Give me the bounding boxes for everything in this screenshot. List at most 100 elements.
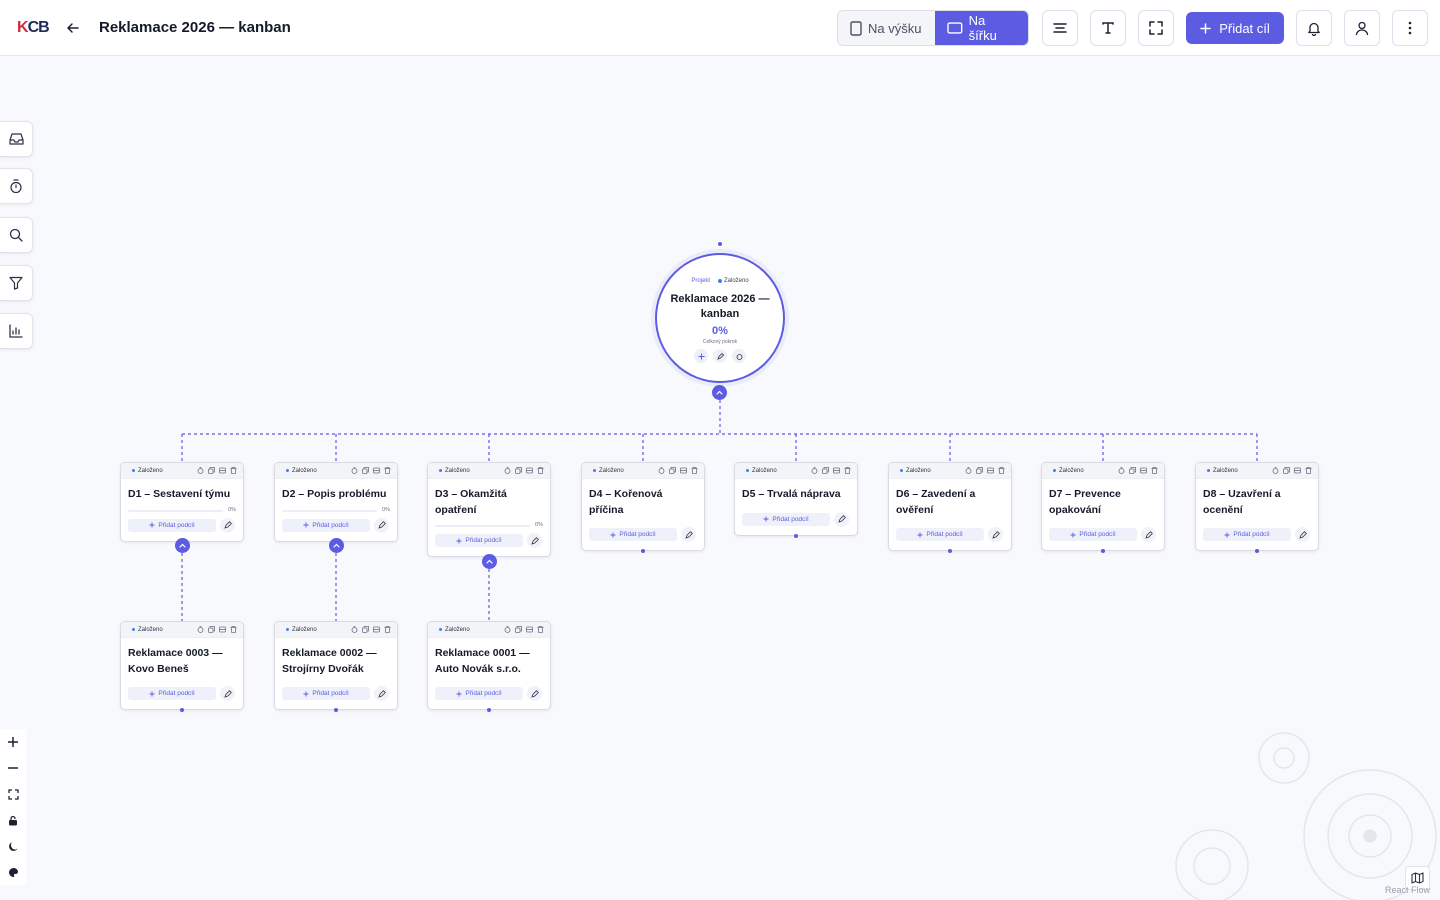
archive-icon[interactable]	[218, 626, 226, 634]
timer-icon[interactable]	[350, 467, 358, 475]
trash-icon[interactable]	[536, 626, 544, 634]
add-subgoal-button[interactable]: Přidat podcíl	[435, 687, 523, 700]
node-bottom-handle[interactable]	[180, 708, 184, 712]
text-button[interactable]	[1090, 10, 1126, 46]
node-bottom-handle[interactable]	[794, 534, 798, 538]
edit-button[interactable]	[220, 517, 235, 533]
copy-icon[interactable]	[514, 626, 522, 634]
goal-card[interactable]: Založeno Reklamace 0002 — Strojírny Dvoř…	[274, 621, 398, 710]
edit-button[interactable]	[374, 686, 389, 701]
add-subgoal-button[interactable]: Přidat podcíl	[282, 518, 370, 532]
collapse-children-button[interactable]	[175, 538, 190, 553]
edit-button[interactable]	[834, 511, 849, 527]
trash-icon[interactable]	[843, 467, 851, 475]
trash-icon[interactable]	[229, 467, 237, 475]
add-goal-button[interactable]: Přidat cíl	[1186, 12, 1284, 44]
node-bottom-handle[interactable]	[1101, 549, 1105, 553]
root-timer-button[interactable]	[732, 349, 746, 363]
copy-icon[interactable]	[361, 626, 369, 634]
collapse-children-button[interactable]	[482, 554, 497, 569]
archive-icon[interactable]	[218, 467, 226, 475]
root-collapse-button[interactable]	[712, 385, 727, 400]
add-subgoal-button[interactable]: Přidat podcíl	[589, 528, 677, 541]
copy-icon[interactable]	[361, 467, 369, 475]
add-subgoal-button[interactable]: Přidat podcíl	[282, 687, 370, 700]
archive-icon[interactable]	[525, 467, 533, 475]
copy-icon[interactable]	[207, 626, 215, 634]
archive-icon[interactable]	[986, 467, 994, 475]
edit-button[interactable]	[988, 527, 1003, 542]
goal-card[interactable]: Založeno D2 – Popis problému 0% Přidat p…	[274, 462, 398, 542]
node-bottom-handle[interactable]	[487, 708, 491, 712]
zoom-in-button[interactable]	[0, 729, 26, 755]
more-menu-button[interactable]	[1392, 10, 1428, 46]
timer-icon[interactable]	[350, 626, 358, 634]
goal-card[interactable]: Založeno D8 – Uzavření a ocenění Přidat …	[1195, 462, 1319, 551]
timer-icon[interactable]	[810, 467, 818, 475]
timer-icon[interactable]	[196, 467, 204, 475]
copy-icon[interactable]	[975, 467, 983, 475]
fit-view-button[interactable]	[0, 781, 26, 807]
trash-icon[interactable]	[997, 467, 1005, 475]
edit-button[interactable]	[1141, 527, 1156, 542]
zoom-out-button[interactable]	[0, 755, 26, 781]
add-subgoal-button[interactable]: Přidat podcíl	[128, 687, 216, 700]
archive-icon[interactable]	[679, 467, 687, 475]
root-add-button[interactable]	[694, 349, 708, 363]
add-subgoal-button[interactable]: Přidat podcíl	[435, 534, 523, 547]
add-subgoal-button[interactable]: Přidat podcíl	[896, 528, 984, 541]
node-bottom-handle[interactable]	[948, 549, 952, 553]
align-button[interactable]	[1042, 10, 1078, 46]
copy-icon[interactable]	[1128, 467, 1136, 475]
goal-card[interactable]: Založeno Reklamace 0003 — Kovo Beneš Při…	[120, 621, 244, 710]
copy-icon[interactable]	[207, 467, 215, 475]
node-bottom-handle[interactable]	[334, 708, 338, 712]
app-logo[interactable]: KCB	[17, 19, 50, 37]
back-button[interactable]	[62, 17, 84, 39]
trash-icon[interactable]	[536, 467, 544, 475]
timer-icon[interactable]	[657, 467, 665, 475]
archive-icon[interactable]	[832, 467, 840, 475]
timer-icon[interactable]	[1271, 467, 1279, 475]
timer-icon[interactable]	[503, 467, 511, 475]
goal-card[interactable]: Založeno D1 – Sestavení týmu 0% Přidat p…	[120, 462, 244, 542]
profile-button[interactable]	[1344, 10, 1380, 46]
orientation-landscape-button[interactable]: Na šířku	[934, 11, 1028, 45]
trash-icon[interactable]	[229, 626, 237, 634]
goal-card[interactable]: Založeno D7 – Prevence opakování Přidat …	[1041, 462, 1165, 551]
edit-button[interactable]	[374, 517, 389, 533]
goal-card[interactable]: Založeno D3 – Okamžitá opatření 0% Přida…	[427, 462, 551, 557]
theme-toggle-button[interactable]	[0, 833, 26, 859]
copy-icon[interactable]	[514, 467, 522, 475]
add-subgoal-button[interactable]: Přidat podcíl	[742, 512, 830, 526]
goal-card[interactable]: Založeno D6 – Zavedení a ověření Přidat …	[888, 462, 1012, 551]
node-bottom-handle[interactable]	[1255, 549, 1259, 553]
archive-icon[interactable]	[1293, 467, 1301, 475]
goal-card[interactable]: Založeno Reklamace 0001 — Auto Novák s.r…	[427, 621, 551, 710]
copy-icon[interactable]	[1282, 467, 1290, 475]
palette-button[interactable]	[0, 859, 26, 885]
copy-icon[interactable]	[821, 467, 829, 475]
archive-icon[interactable]	[525, 626, 533, 634]
trash-icon[interactable]	[1150, 467, 1158, 475]
edit-button[interactable]	[220, 686, 235, 701]
trash-icon[interactable]	[383, 467, 391, 475]
goal-card[interactable]: Založeno D5 – Trvalá náprava Přidat podc…	[734, 462, 858, 536]
root-edit-button[interactable]	[713, 349, 727, 363]
lock-button[interactable]	[0, 807, 26, 833]
archive-icon[interactable]	[372, 467, 380, 475]
add-subgoal-button[interactable]: Přidat podcíl	[1203, 528, 1291, 541]
fullscreen-button[interactable]	[1138, 10, 1174, 46]
notifications-button[interactable]	[1296, 10, 1332, 46]
edit-button[interactable]	[527, 533, 542, 548]
add-subgoal-button[interactable]: Přidat podcíl	[1049, 528, 1137, 541]
timer-icon[interactable]	[1117, 467, 1125, 475]
collapse-children-button[interactable]	[329, 538, 344, 553]
node-bottom-handle[interactable]	[641, 549, 645, 553]
trash-icon[interactable]	[690, 467, 698, 475]
edit-button[interactable]	[1295, 527, 1310, 542]
trash-icon[interactable]	[383, 626, 391, 634]
edit-button[interactable]	[527, 686, 542, 701]
orientation-portrait-button[interactable]: Na výšku	[838, 11, 935, 45]
trash-icon[interactable]	[1304, 467, 1312, 475]
